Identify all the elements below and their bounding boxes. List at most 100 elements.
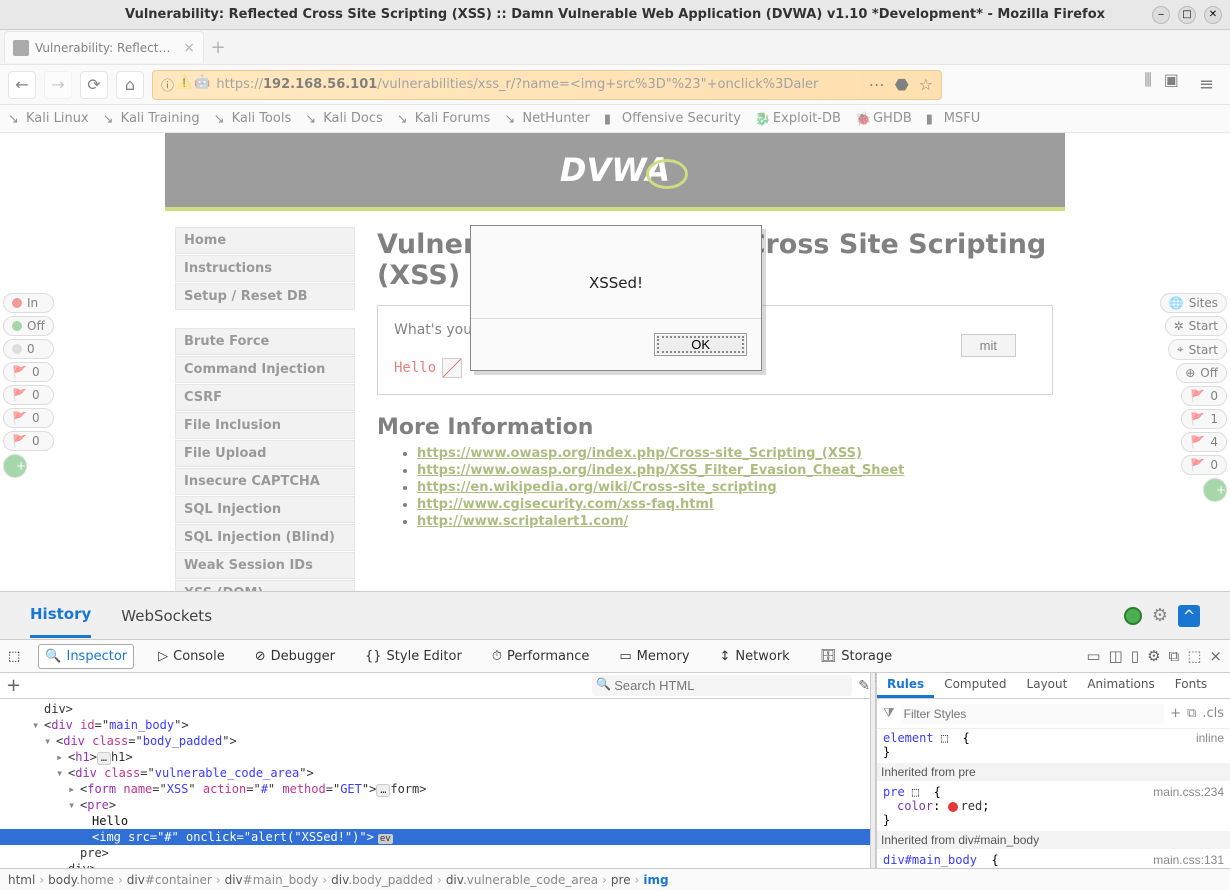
dom-node-line[interactable]: ▾<div class="vulnerable_code_area"> <box>0 765 876 781</box>
reference-link[interactable]: https://www.owasp.org/index.php/Cross-si… <box>417 446 862 461</box>
devtools-settings-icon[interactable]: ⚙ <box>1147 647 1160 665</box>
responsive-design-icon[interactable]: ▭ <box>1086 647 1100 665</box>
devtools-close-icon[interactable]: × <box>1209 647 1222 665</box>
close-window-button[interactable]: ✕ <box>1204 6 1222 24</box>
rules-tab-animations[interactable]: Animations <box>1077 673 1164 698</box>
rules-tab-fonts[interactable]: Fonts <box>1165 673 1217 698</box>
hud-pill[interactable]: 0 <box>3 339 54 359</box>
add-node-button[interactable]: + <box>6 675 21 696</box>
sidebar-item[interactable]: Home <box>175 227 355 254</box>
dom-node-line[interactable]: pre> <box>0 845 876 861</box>
dom-node-line[interactable]: ▸<form name="XSS" action="#" method="GET… <box>0 781 876 797</box>
bookmark-item[interactable]: ↘Kali Training <box>103 111 200 126</box>
home-button[interactable]: ⌂ <box>116 71 144 99</box>
hud-pill[interactable]: ✲Start <box>1165 316 1227 336</box>
hud-pill[interactable]: + <box>3 454 27 478</box>
sidebar-item[interactable]: Brute Force <box>175 328 355 355</box>
devtools-tab-console[interactable]: ▷ Console <box>152 644 231 669</box>
breadcrumb-node[interactable]: img <box>643 873 668 887</box>
tab-close-button[interactable]: × <box>183 40 195 56</box>
search-html-input[interactable] <box>592 675 852 696</box>
bookmark-star-icon[interactable]: ☆ <box>919 75 933 94</box>
alert-ok-button[interactable]: OK <box>654 333 747 356</box>
bookmark-item[interactable]: ↘Kali Tools <box>214 111 292 126</box>
record-indicator-icon[interactable] <box>1124 607 1142 625</box>
hud-pill[interactable]: 🚩4 <box>1181 432 1227 452</box>
sidebar-item[interactable]: File Upload <box>175 440 355 467</box>
breadcrumb-node[interactable]: body.home <box>48 873 114 887</box>
bookmark-item[interactable]: ▮MSFU <box>926 111 980 126</box>
cls-toggle[interactable]: .cls <box>1202 706 1224 721</box>
bookmark-item[interactable]: ↘Kali Forums <box>397 111 491 126</box>
dom-node-line[interactable]: <img src="#" onclick="alert("XSSed!")">e… <box>0 829 876 845</box>
dom-tree-panel[interactable]: div>▾<div id="main_body">▾<div class="bo… <box>0 699 876 868</box>
dock-window-icon[interactable]: ⬚ <box>1187 647 1201 665</box>
reload-button[interactable]: ⟳ <box>80 71 108 99</box>
add-rule-button[interactable]: + <box>1170 706 1181 721</box>
dock-detach-icon[interactable]: ⧉ <box>1169 647 1180 665</box>
bookmark-item[interactable]: ↘Kali Docs <box>305 111 383 126</box>
dom-node-line[interactable]: ▾<div class="body_padded"> <box>0 733 876 749</box>
hud-pill[interactable]: 🚩0 <box>3 408 54 428</box>
rules-tab-layout[interactable]: Layout <box>1017 673 1078 698</box>
hud-pill[interactable]: 🚩0 <box>1181 386 1227 406</box>
maximize-button[interactable]: □ <box>1178 6 1196 24</box>
pocket-icon[interactable]: ⬣ <box>895 75 909 94</box>
reference-link[interactable]: https://en.wikipedia.org/wiki/Cross-site… <box>417 480 777 495</box>
more-actions-icon[interactable]: ⋯ <box>869 75 885 94</box>
devtools-tab-network[interactable]: ↕ Network <box>714 644 796 669</box>
sidebar-item[interactable]: File Inclusion <box>175 412 355 439</box>
collapse-up-button[interactable]: ^ <box>1178 605 1200 627</box>
bookmark-item[interactable]: ↘NetHunter <box>504 111 590 126</box>
library-icon[interactable]: ⫼ <box>1144 70 1151 99</box>
dom-node-line[interactable]: Hello <box>0 813 876 829</box>
bookmark-item[interactable]: 🐞GHDB <box>855 111 912 126</box>
dom-node-line[interactable]: div> <box>0 701 876 717</box>
breadcrumb-node[interactable]: div#main_body <box>225 873 319 887</box>
reference-link[interactable]: https://www.owasp.org/index.php/XSS_Filt… <box>417 463 904 478</box>
hud-pill[interactable]: 🚩1 <box>1181 409 1227 429</box>
breadcrumb-node[interactable]: pre <box>611 873 631 887</box>
sidebar-item[interactable]: Instructions <box>175 255 355 282</box>
edit-html-icon[interactable]: ✎ <box>858 678 870 694</box>
sidebar-item[interactable]: Insecure CAPTCHA <box>175 468 355 495</box>
dock-bottom-icon[interactable]: ▯ <box>1131 647 1139 665</box>
sidebar-item[interactable]: XSS (DOM) <box>175 580 355 591</box>
devtools-tab-style-editor[interactable]: {} Style Editor <box>359 644 468 669</box>
sidebar-item[interactable]: CSRF <box>175 384 355 411</box>
hud-pill[interactable]: 🚩0 <box>3 362 54 382</box>
toggle-pseudo-icon[interactable]: ⧉ <box>1187 706 1196 721</box>
breadcrumb-node[interactable]: div.body_padded <box>331 873 433 887</box>
reference-link[interactable]: http://www.cgisecurity.com/xss-faq.html <box>417 497 713 512</box>
hamburger-menu-button[interactable]: ≡ <box>1191 70 1222 99</box>
websockets-tab[interactable]: WebSockets <box>121 595 212 637</box>
dom-node-line[interactable]: div> <box>0 861 876 868</box>
dom-node-line[interactable]: ▸<h1>…h1> <box>0 749 876 765</box>
minimize-button[interactable]: ‒ <box>1152 6 1170 24</box>
hud-pill[interactable]: 🚩0 <box>3 385 54 405</box>
bookmark-item[interactable]: 🐉Exploit-DB <box>755 111 841 126</box>
devtools-tab-debugger[interactable]: ⊘ Debugger <box>249 644 341 669</box>
devtools-tab-performance[interactable]: ⏱ Performance <box>486 644 596 669</box>
bookmark-item[interactable]: ▮Offensive Security <box>604 111 741 126</box>
devtools-tab-storage[interactable]: 🗄 Storage <box>814 644 898 669</box>
settings-gear-icon[interactable]: ⚙ <box>1152 605 1168 626</box>
dom-node-line[interactable]: ▾<div id="main_body"> <box>0 717 876 733</box>
pick-element-icon[interactable]: ⬚ <box>8 649 20 664</box>
sidebar-item[interactable]: Command Injection <box>175 356 355 383</box>
hud-pill[interactable]: 🚩0 <box>3 431 54 451</box>
hud-pill[interactable]: ⌖Start <box>1168 339 1227 360</box>
hud-pill[interactable]: 🚩0 <box>1181 455 1227 475</box>
sidebar-item[interactable]: SQL Injection (Blind) <box>175 524 355 551</box>
sidebar-item[interactable]: Setup / Reset DB <box>175 283 355 310</box>
rules-tab-rules[interactable]: Rules <box>877 673 934 698</box>
filter-styles-input[interactable] <box>901 704 1165 724</box>
breadcrumb-node[interactable]: div.vulnerable_code_area <box>446 873 598 887</box>
dom-node-line[interactable]: ▾<pre> <box>0 797 876 813</box>
url-bar[interactable]: ⓘ ⚠️ 🤖 https://192.168.56.101/vulnerabil… <box>152 70 942 100</box>
bookmark-item[interactable]: ↘Kali Linux <box>8 111 89 126</box>
hud-pill[interactable]: ⊕Off <box>1176 363 1227 383</box>
sidebar-item[interactable]: SQL Injection <box>175 496 355 523</box>
new-tab-button[interactable]: + <box>204 33 232 61</box>
dock-side-icon[interactable]: ◫ <box>1109 647 1123 665</box>
